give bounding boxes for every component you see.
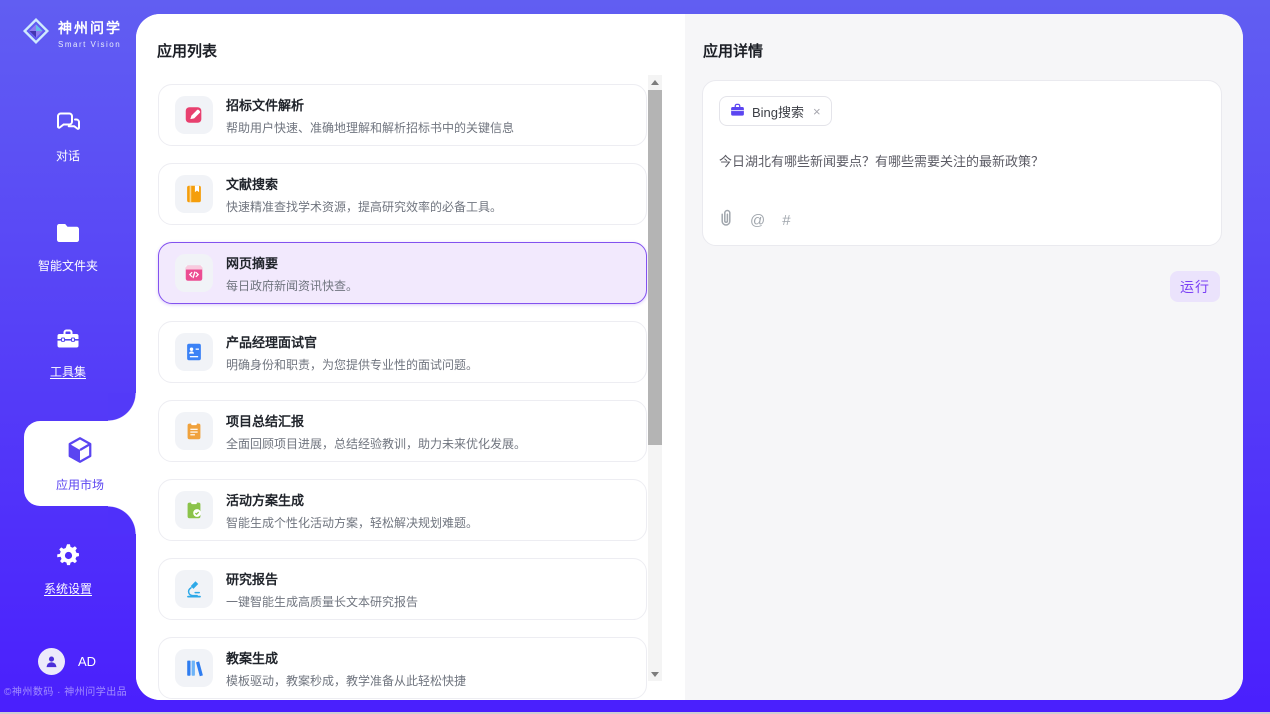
books-icon — [175, 649, 213, 687]
cube-icon — [65, 435, 95, 470]
app-list-panel: 应用列表 招标文件解析帮助用户快速、准确地理解和解析招标书中的关键信息文献搜索快… — [136, 14, 685, 700]
app-name: 活动方案生成 — [226, 490, 478, 509]
at-icon[interactable]: @ — [750, 212, 765, 229]
app-name: 招标文件解析 — [226, 95, 514, 114]
scrollbar-down-arrow-icon[interactable] — [648, 667, 662, 681]
resume-icon — [175, 333, 213, 371]
diamond-logo-icon — [20, 15, 52, 52]
sidebar: 神州问学 Smart Vision 对话 智能文件夹 — [0, 0, 136, 714]
scrollbar-up-arrow-icon[interactable] — [648, 75, 662, 89]
scrollbar-thumb[interactable] — [648, 90, 662, 445]
list-item[interactable]: 产品经理面试官明确身份和职责，为您提供专业性的面试问题。 — [158, 321, 647, 383]
sidebar-item-chat[interactable]: 对话 — [0, 110, 136, 164]
tool-tag-bing-search[interactable]: Bing搜索 × — [719, 96, 832, 126]
prompt-card: Bing搜索 × 今日湖北有哪些新闻要点？有哪些需要关注的最新政策？ @ # — [702, 80, 1222, 246]
list-item[interactable]: 网页摘要每日政府新闻资讯快查。 — [158, 242, 647, 304]
brand-name: 神州问学 — [58, 20, 122, 36]
app-name: 文献搜索 — [226, 174, 502, 193]
clipboard-icon — [175, 412, 213, 450]
briefcase-icon — [730, 103, 745, 120]
app-description: 智能生成个性化活动方案，轻松解决规划难题。 — [226, 514, 478, 531]
chat-icon — [54, 123, 82, 140]
toolbox-icon — [54, 339, 82, 356]
app-description: 每日政府新闻资讯快查。 — [226, 277, 358, 294]
list-item[interactable]: 项目总结汇报全面回顾项目进展，总结经验教训，助力未来优化发展。 — [158, 400, 647, 462]
app-description: 帮助用户快速、准确地理解和解析招标书中的关键信息 — [226, 119, 514, 136]
gear-icon — [55, 556, 82, 573]
attachment-toolbar: @ # — [719, 209, 791, 232]
clipboard-check-icon — [175, 491, 213, 529]
tool-tag-label: Bing搜索 — [752, 102, 804, 121]
app-name: 网页摘要 — [226, 253, 358, 272]
copyright-footer: ©神州数码 · 神州问学出品 — [4, 683, 144, 698]
app-name: 产品经理面试官 — [226, 332, 478, 351]
sidebar-item-label: 应用市场 — [56, 476, 104, 493]
scrollbar[interactable] — [648, 75, 662, 681]
app-detail-panel: 应用详情 Bing搜索 × 今日湖北有哪些新闻要点？有哪些需要关注的最新政策？ — [685, 14, 1243, 700]
run-button[interactable]: 运行 — [1170, 271, 1220, 302]
paperclip-icon[interactable] — [719, 209, 733, 232]
brand-tagline: Smart Vision — [58, 40, 122, 49]
tab-curve-bottom — [108, 506, 136, 534]
app-list-title: 应用列表 — [157, 40, 217, 61]
close-icon[interactable]: × — [813, 104, 821, 119]
prompt-input[interactable]: 今日湖北有哪些新闻要点？有哪些需要关注的最新政策？ — [719, 151, 1199, 170]
folder-icon — [54, 233, 82, 250]
list-item[interactable]: 文献搜索快速精准查找学术资源，提高研究效率的必备工具。 — [158, 163, 647, 225]
sidebar-item-smart-folders[interactable]: 智能文件夹 — [0, 220, 136, 274]
hash-icon[interactable]: # — [782, 212, 790, 229]
app-name: 项目总结汇报 — [226, 411, 526, 430]
app-description: 明确身份和职责，为您提供专业性的面试问题。 — [226, 356, 478, 373]
sidebar-item-label: 智能文件夹 — [0, 257, 136, 274]
sidebar-item-label: 工具集 — [0, 363, 136, 380]
brand-logo: 神州问学 Smart Vision — [20, 15, 122, 52]
app-description: 快速精准查找学术资源，提高研究效率的必备工具。 — [226, 198, 502, 215]
pen-edit-icon — [175, 96, 213, 134]
app-description: 全面回顾项目进展，总结经验教训，助力未来优化发展。 — [226, 435, 526, 452]
app-name: 研究报告 — [226, 569, 418, 588]
user-avatar-icon — [38, 648, 65, 675]
book-icon — [175, 175, 213, 213]
sidebar-item-label: 系统设置 — [0, 580, 136, 597]
app-list: 招标文件解析帮助用户快速、准确地理解和解析招标书中的关键信息文献搜索快速精准查找… — [158, 84, 647, 700]
user-profile[interactable]: AD — [38, 648, 96, 675]
app-detail-title: 应用详情 — [703, 40, 763, 61]
sidebar-item-system-settings[interactable]: 系统设置 — [0, 542, 136, 597]
microscope-icon — [175, 570, 213, 608]
app-name: 教案生成 — [226, 648, 466, 667]
app-description: 一键智能生成高质量长文本研究报告 — [226, 593, 418, 610]
main-content: 应用列表 招标文件解析帮助用户快速、准确地理解和解析招标书中的关键信息文献搜索快… — [136, 14, 1243, 700]
app-description: 模板驱动，教案秒成，教学准备从此轻松快捷 — [226, 672, 466, 689]
list-item[interactable]: 活动方案生成智能生成个性化活动方案，轻松解决规划难题。 — [158, 479, 647, 541]
tab-curve-top — [108, 393, 136, 421]
sidebar-item-app-market[interactable]: 应用市场 — [24, 421, 136, 506]
list-item[interactable]: 教案生成模板驱动，教案秒成，教学准备从此轻松快捷 — [158, 637, 647, 699]
list-item[interactable]: 招标文件解析帮助用户快速、准确地理解和解析招标书中的关键信息 — [158, 84, 647, 146]
browser-code-icon — [175, 254, 213, 292]
list-item[interactable]: 研究报告一键智能生成高质量长文本研究报告 — [158, 558, 647, 620]
sidebar-item-toolset[interactable]: 工具集 — [0, 326, 136, 380]
user-initials: AD — [78, 654, 96, 669]
sidebar-item-label: 对话 — [0, 147, 136, 164]
